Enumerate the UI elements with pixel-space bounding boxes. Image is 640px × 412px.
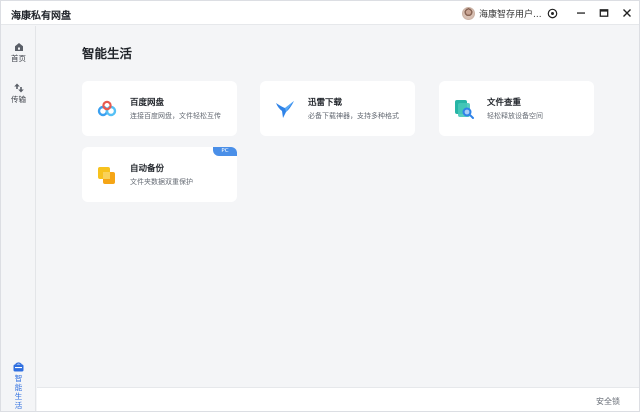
card-file-dedup[interactable]: 文件查重 轻松释放设备空间 [439,81,594,136]
card-baidu-netdisk[interactable]: 百度网盘 连接百度网盘，文件轻松互传 [82,81,237,136]
minimize-icon [577,12,585,14]
user-menu[interactable]: 海康智存用户... [462,6,542,21]
maximize-icon [599,9,609,17]
baidu-cloud-icon [97,100,117,117]
smart-life-icon [13,362,24,372]
user-name: 海康智存用户... [479,10,542,20]
security-lock-link[interactable]: 安全锁 [596,396,620,407]
card-description: 文件夹数据双重保护 [130,178,193,186]
target-settings-icon [547,8,557,18]
folder-backup-icon [98,167,115,184]
card-description: 轻松释放设备空间 [487,112,543,120]
sidebar-item-label: 首页 [11,54,26,63]
maximize-button[interactable] [596,5,612,21]
card-description: 必备下载神器，支持多种格式 [308,112,399,120]
page-title: 智能生活 [82,46,133,61]
sidebar-item-label: 智能生活 [14,374,23,410]
card-xunlei-download[interactable]: 迅雷下载 必备下载神器，支持多种格式 [260,81,415,136]
card-title: 百度网盘 [130,98,165,108]
minimize-button[interactable] [573,5,589,21]
app-title: 海康私有网盘 [11,11,71,22]
close-button[interactable] [619,5,635,21]
title-bar: 海康私有网盘 海康智存用户... [1,1,639,25]
main-content: 智能生活 百度网盘 连接百度网盘，文件轻松互传 迅雷下载 必备下载神器，支持多种… [37,26,639,387]
card-description: 连接百度网盘，文件轻松互传 [130,112,221,120]
sidebar-item-smart-life[interactable]: 智能生活 [1,362,36,410]
card-title: 文件查重 [487,98,522,108]
sidebar-item-home[interactable]: 首页 [1,42,36,63]
sidebar: 首页 传输 智能生活 [1,26,36,411]
settings-button[interactable] [544,5,560,21]
sidebar-item-label: 传输 [11,95,26,104]
footer-bar: 安全锁 [37,387,639,411]
close-icon [623,9,631,17]
pc-badge: PC [213,147,237,156]
file-search-icon [455,100,474,119]
card-title: 自动备份 [130,164,165,174]
sidebar-item-transfer[interactable]: 传输 [1,83,36,104]
card-title: 迅雷下载 [308,98,343,108]
app-window: 海康私有网盘 海康智存用户... 首页 传输 智能生活 智能生活 百度网盘 连接… [0,0,640,412]
transfer-icon [13,83,24,93]
xunlei-bird-icon [276,101,294,118]
avatar [462,7,475,20]
card-auto-backup[interactable]: 自动备份 文件夹数据双重保护 PC [82,147,237,202]
home-icon [14,43,23,51]
